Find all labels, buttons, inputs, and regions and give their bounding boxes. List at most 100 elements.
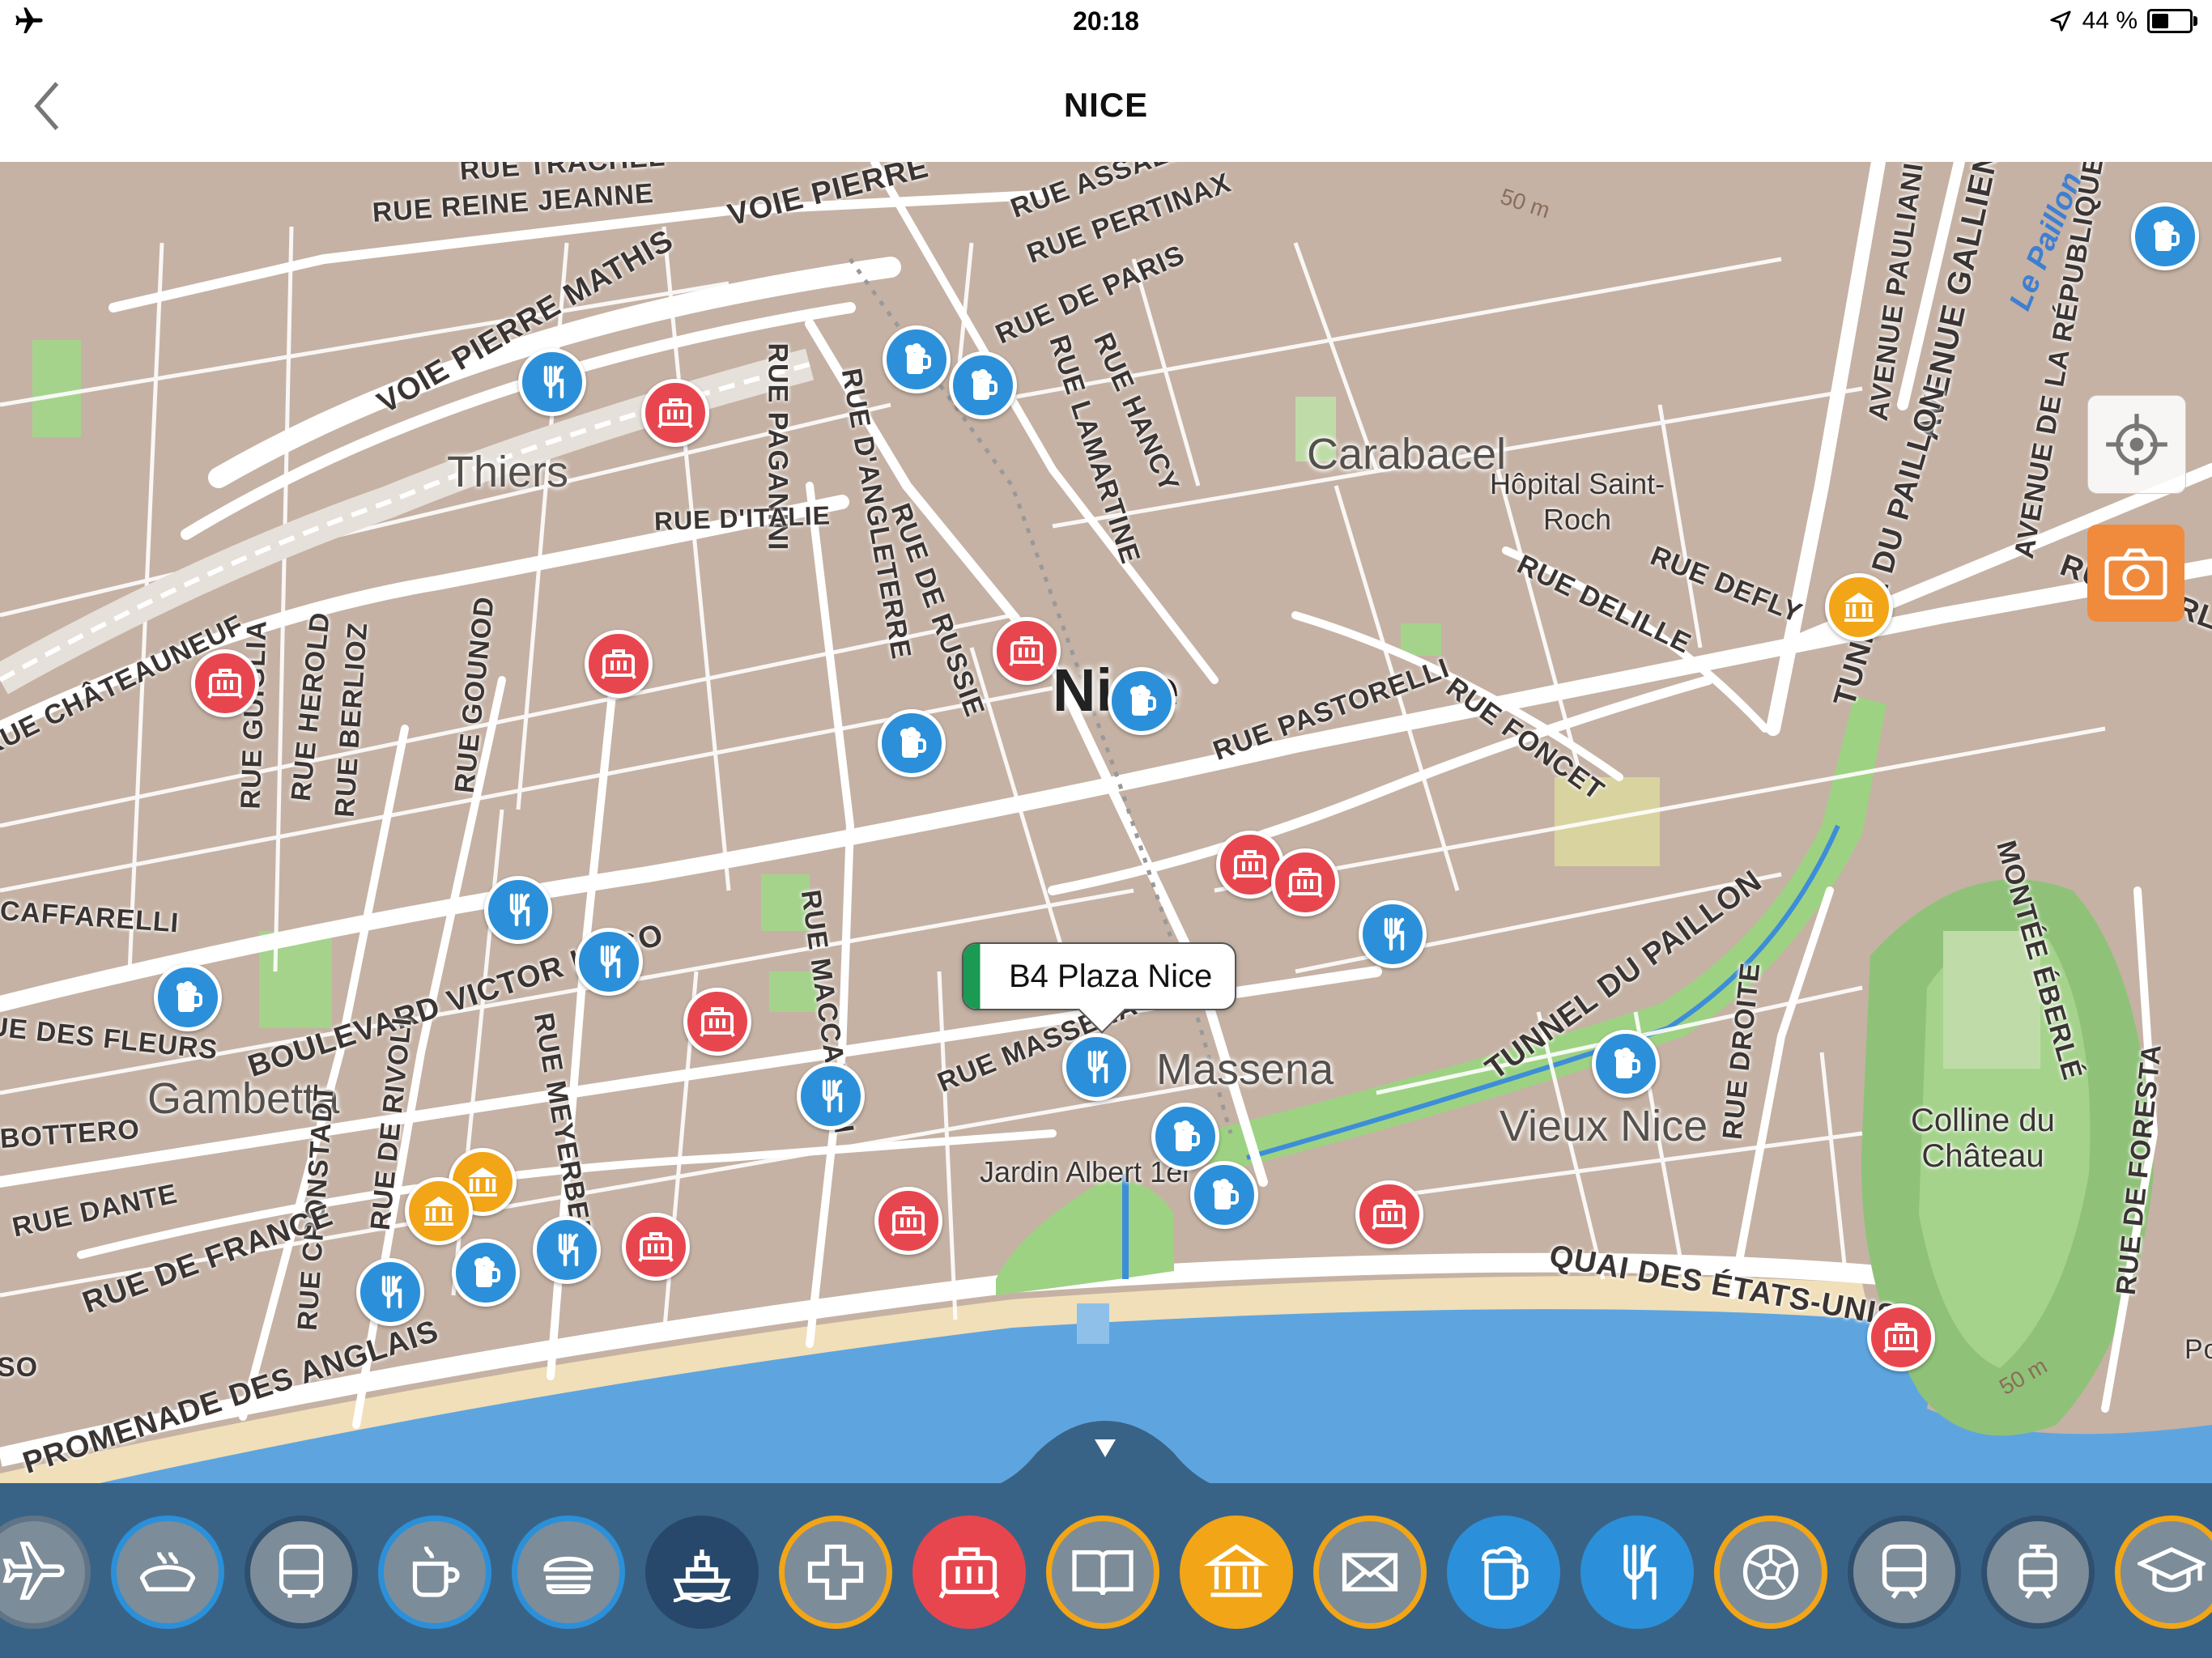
restaurant-marker[interactable] [484, 876, 552, 944]
bar-icon [2154, 220, 2180, 251]
bar-icon [474, 1256, 500, 1287]
restaurant-icon [543, 365, 564, 399]
battery-icon [2147, 9, 2197, 33]
bar-icon [1130, 685, 1156, 716]
bar-icon [972, 369, 998, 400]
ferry-icon [673, 1550, 731, 1603]
category-button-restaurant[interactable] [1580, 1516, 1694, 1629]
restaurant-icon [1384, 917, 1405, 951]
category-button-tram[interactable] [1981, 1516, 2095, 1629]
hotel-icon [1287, 868, 1323, 898]
restaurant-marker[interactable] [518, 348, 586, 416]
bar-marker[interactable] [949, 351, 1017, 419]
category-button-soccer-ball[interactable] [1714, 1516, 1827, 1629]
category-button-medical-cross[interactable] [779, 1516, 892, 1629]
bar-marker[interactable] [1592, 1030, 1660, 1098]
museum-marker[interactable] [1825, 573, 1893, 641]
museum-marker[interactable] [405, 1177, 473, 1245]
battery-percent: 44 % [2082, 7, 2138, 34]
hotel-icon [1372, 1200, 1407, 1230]
district-label: Thiers [447, 448, 569, 496]
restaurant-icon [600, 945, 621, 979]
hotel-icon [1232, 850, 1268, 880]
hotel-marker[interactable] [993, 617, 1061, 685]
crosshair-locate-icon [2106, 414, 2167, 475]
restaurant-icon [509, 893, 530, 927]
bar-icon [900, 727, 926, 758]
category-button-beer[interactable] [1447, 1516, 1560, 1629]
restaurant-marker[interactable] [797, 1062, 865, 1130]
bar-marker[interactable] [1190, 1161, 1258, 1229]
bar-marker[interactable] [452, 1239, 520, 1307]
category-button-book[interactable] [1046, 1516, 1159, 1629]
camera-button[interactable] [2087, 525, 2184, 622]
bar-icon [905, 343, 931, 374]
restaurant-marker[interactable] [356, 1258, 424, 1326]
bar-marker[interactable] [154, 963, 222, 1031]
soccer-ball-icon [1742, 1544, 1799, 1601]
hotel-icon [657, 398, 693, 428]
nav-bar: NICE [0, 45, 2212, 162]
museum-icon [1844, 593, 1874, 622]
category-button-burger[interactable] [512, 1516, 625, 1629]
restaurant-icon [1087, 1050, 1108, 1084]
street-label: SO [0, 1352, 39, 1383]
category-button-hotel-luggage[interactable] [912, 1516, 1026, 1629]
bar-icon [1614, 1048, 1640, 1078]
bar-marker[interactable] [878, 709, 946, 777]
category-button-museum[interactable] [1180, 1516, 1293, 1629]
hotel-icon [638, 1232, 674, 1262]
hotel-marker[interactable] [191, 649, 259, 717]
restaurant-icon [381, 1275, 402, 1309]
hotel-icon [207, 669, 243, 699]
status-bar: 20:18 44 % [0, 0, 2212, 45]
tram-icon [2018, 1544, 2057, 1599]
hotel-icon [700, 1007, 735, 1037]
poi-label: Hôpital Saint- Roch [1490, 467, 1665, 536]
category-button-bakery[interactable] [111, 1516, 224, 1629]
street-label: Po [2184, 1334, 2212, 1365]
bar-marker[interactable] [2131, 202, 2199, 270]
hotel-marker[interactable] [585, 630, 653, 698]
bar-icon [177, 981, 202, 1012]
locate-button[interactable] [2087, 395, 2186, 494]
medical-cross-icon [807, 1544, 864, 1601]
page-title: NICE [1063, 86, 1149, 124]
category-button-ferry[interactable] [645, 1516, 759, 1629]
camera-icon [2104, 548, 2167, 600]
hotel-marker[interactable] [1271, 848, 1339, 916]
hotel-icon [1009, 636, 1044, 666]
restaurant-marker[interactable] [1062, 1033, 1130, 1101]
category-button-coffee[interactable] [378, 1516, 491, 1629]
bar-marker[interactable] [1151, 1103, 1219, 1171]
hotel-marker[interactable] [874, 1187, 942, 1255]
train-icon [1882, 1544, 1927, 1599]
bar-icon [1213, 1179, 1239, 1209]
bar-marker[interactable] [883, 325, 951, 393]
hotel-marker[interactable] [1867, 1303, 1935, 1371]
hotel-marker[interactable] [622, 1213, 690, 1281]
hotel-icon [601, 649, 636, 679]
hotel-icon [1883, 1323, 1919, 1353]
restaurant-marker[interactable] [533, 1216, 601, 1284]
museum-icon [1203, 1544, 1270, 1597]
place-callout[interactable]: B4 Plaza Nice [962, 942, 1237, 1034]
beer-icon [1481, 1546, 1529, 1601]
hotel-marker[interactable] [641, 379, 709, 447]
category-button-mail[interactable] [1313, 1516, 1427, 1629]
bar-marker[interactable] [1108, 667, 1176, 735]
district-label: Carabacel [1307, 430, 1507, 478]
hotel-marker[interactable] [1355, 1180, 1423, 1248]
category-button-train[interactable] [1848, 1516, 1961, 1629]
category-button-bus[interactable] [245, 1516, 358, 1629]
poi-label: Colline du Château [1911, 1103, 2055, 1174]
restaurant-marker[interactable] [575, 928, 643, 996]
triangle-down-icon[interactable] [1093, 1438, 1117, 1459]
street-label: RUE D'ITALIE [653, 500, 832, 536]
location-arrow-icon [2049, 11, 2071, 32]
hotel-luggage-icon [938, 1547, 1000, 1599]
hotel-marker[interactable] [683, 988, 751, 1056]
restaurant-marker[interactable] [1359, 900, 1427, 968]
district-label: Vieux Nice [1499, 1102, 1708, 1150]
bar-icon [1174, 1120, 1200, 1151]
